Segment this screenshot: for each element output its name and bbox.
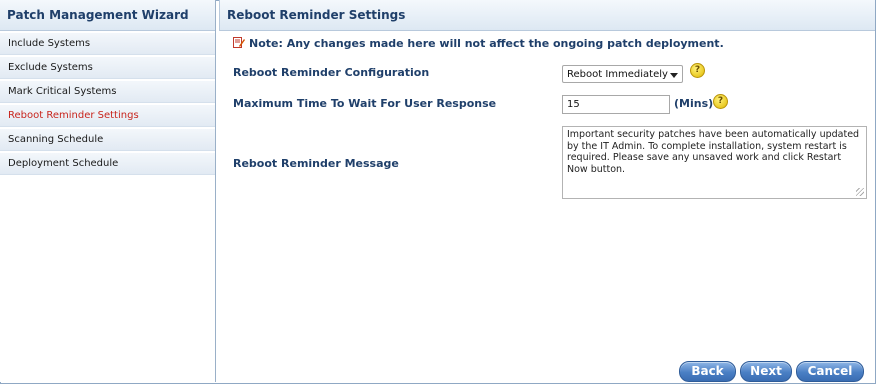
reminder-message-text: Important security patches have been aut… xyxy=(567,129,860,175)
wizard-sidebar: Patch Management Wizard Include Systems … xyxy=(0,0,216,382)
chevron-down-icon xyxy=(670,73,678,78)
main-header: Reboot Reminder Settings xyxy=(219,0,875,31)
sidebar-item-reboot-reminder-settings[interactable]: Reboot Reminder Settings xyxy=(0,105,215,127)
reboot-config-label: Reboot Reminder Configuration xyxy=(233,66,430,79)
back-button[interactable]: Back xyxy=(679,361,736,382)
edit-note-icon xyxy=(233,36,245,49)
max-wait-unit: (Mins) xyxy=(674,97,714,110)
reboot-config-select[interactable]: Reboot Immediately xyxy=(562,65,683,83)
note-banner: Note: Any changes made here will not aff… xyxy=(233,37,724,50)
reminder-message-label: Reboot Reminder Message xyxy=(233,157,399,170)
reboot-config-value: Reboot Immediately xyxy=(567,69,668,80)
sidebar-item-scanning-schedule[interactable]: Scanning Schedule xyxy=(0,129,215,151)
help-icon[interactable]: ? xyxy=(713,94,728,109)
sidebar-item-exclude-systems[interactable]: Exclude Systems xyxy=(0,57,215,79)
page-title: Reboot Reminder Settings xyxy=(227,8,406,22)
sidebar-title: Patch Management Wizard xyxy=(7,8,189,22)
reminder-message-textarea[interactable]: Important security patches have been aut… xyxy=(562,126,867,199)
sidebar-step-list: Include Systems Exclude Systems Mark Cri… xyxy=(0,33,215,177)
sidebar-item-deployment-schedule[interactable]: Deployment Schedule xyxy=(0,153,215,175)
sidebar-item-include-systems[interactable]: Include Systems xyxy=(0,33,215,55)
sidebar-header: Patch Management Wizard xyxy=(0,0,215,31)
next-button[interactable]: Next xyxy=(740,361,792,382)
note-text: Note: Any changes made here will not aff… xyxy=(249,37,724,50)
help-icon[interactable]: ? xyxy=(690,63,705,78)
sidebar-item-mark-critical-systems[interactable]: Mark Critical Systems xyxy=(0,81,215,103)
cancel-button[interactable]: Cancel xyxy=(796,361,864,382)
resize-grip-icon[interactable] xyxy=(856,188,864,196)
max-wait-label: Maximum Time To Wait For User Response xyxy=(233,97,497,110)
max-wait-input[interactable]: 15 xyxy=(562,95,670,114)
